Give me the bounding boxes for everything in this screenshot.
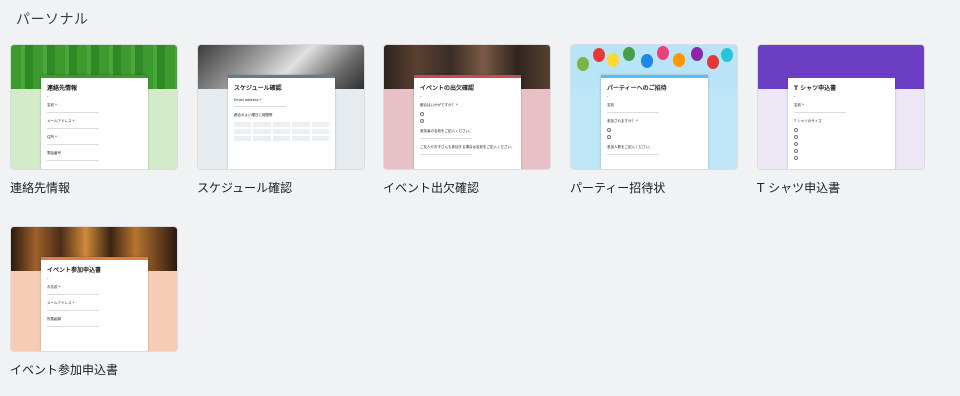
- template-label[interactable]: T シャツ申込書: [757, 179, 925, 196]
- form-preview-title: イベント参加申込書: [47, 267, 102, 274]
- form-preview-title: 連絡先情報: [47, 85, 78, 92]
- required-mark: *: [794, 95, 796, 99]
- form-preview-field: T シャツのサイズ: [794, 119, 889, 160]
- template-thumbnail[interactable]: T シャツ申込書 * 名前 * T シャツのサイズ: [757, 44, 925, 170]
- template-label[interactable]: イベント参加申込書: [10, 361, 178, 378]
- template-label[interactable]: スケジュール確認: [197, 179, 365, 196]
- form-preview-title: T シャツ申込書: [794, 85, 837, 92]
- required-mark: *: [420, 95, 422, 99]
- required-mark: *: [607, 95, 609, 99]
- radio-options-preview: [420, 112, 515, 123]
- template-thumbnail[interactable]: 連絡先情報 * 名前 * メールアドレス * 住所 * 電話番号: [10, 44, 178, 170]
- template-label[interactable]: パーティー招待状: [570, 179, 738, 196]
- template-card-schedule[interactable]: スケジュール確認 Email address * 都合のよい曜日と時間帯 スケジ…: [197, 44, 365, 196]
- form-preview-field: お名前 *: [47, 285, 142, 295]
- template-card-party-invite[interactable]: パーティーへのご招待 * 名前 参加されますか？ * 参加人数をご記入ください。…: [570, 44, 738, 196]
- template-card-contact-info[interactable]: 連絡先情報 * 名前 * メールアドレス * 住所 * 電話番号 連絡先情報: [10, 44, 178, 196]
- form-preview: スケジュール確認 Email address * 都合のよい曜日と時間帯: [228, 75, 335, 169]
- form-preview-field: 名前 *: [794, 103, 889, 113]
- section-title: パーソナル: [16, 12, 89, 28]
- required-mark: *: [47, 277, 49, 281]
- form-preview-field: メールアドレス *: [47, 301, 142, 311]
- form-preview-field: 名前 *: [47, 103, 142, 113]
- form-preview: パーティーへのご招待 * 名前 参加されますか？ * 参加人数をご記入ください。: [601, 75, 708, 169]
- form-preview-field: メールアドレス *: [47, 119, 142, 129]
- radio-options-preview: [794, 128, 889, 160]
- form-preview-field: 参加人数をご記入ください。: [607, 145, 702, 155]
- form-preview-field: 参加者の名前をご記入ください。: [420, 129, 515, 139]
- form-preview-field: 参加されますか？ *: [607, 119, 702, 139]
- template-thumbnail[interactable]: イベントの出欠確認 * 都合はいかがですか？ * 参加者の名前をご記入ください。…: [383, 44, 551, 170]
- form-preview-field: 住所 *: [47, 135, 142, 145]
- form-preview-field: 都合はいかがですか？ *: [420, 103, 515, 123]
- form-preview-field: Email address *: [234, 98, 329, 107]
- radio-options-preview: [607, 128, 702, 139]
- template-thumbnail[interactable]: スケジュール確認 Email address * 都合のよい曜日と時間帯: [197, 44, 365, 170]
- form-preview-field: 所属組織: [47, 317, 142, 327]
- template-thumbnail[interactable]: イベント参加申込書 * お名前 * メールアドレス * 所属組織: [10, 226, 178, 352]
- template-thumbnail[interactable]: パーティーへのご招待 * 名前 参加されますか？ * 参加人数をご記入ください。: [570, 44, 738, 170]
- form-preview-field: 都合のよい曜日と時間帯: [234, 113, 329, 141]
- form-preview-field: 名前: [607, 103, 702, 113]
- required-mark: *: [47, 95, 49, 99]
- form-preview: イベント参加申込書 * お名前 * メールアドレス * 所属組織: [41, 257, 148, 351]
- template-label[interactable]: 連絡先情報: [10, 179, 178, 196]
- template-card-event-rsvp[interactable]: イベントの出欠確認 * 都合はいかがですか？ * 参加者の名前をご記入ください。…: [383, 44, 551, 196]
- form-preview-field: ご友人やお子さんも参加する場合は名前をご記入ください。: [420, 145, 515, 155]
- form-preview: T シャツ申込書 * 名前 * T シャツのサイズ: [788, 75, 895, 169]
- template-label[interactable]: イベント出欠確認: [383, 179, 551, 196]
- template-card-event-registration[interactable]: イベント参加申込書 * お名前 * メールアドレス * 所属組織 イベント参加申…: [10, 226, 178, 378]
- grid-preview: [234, 122, 329, 141]
- form-preview: イベントの出欠確認 * 都合はいかがですか？ * 参加者の名前をご記入ください。…: [414, 75, 521, 169]
- form-preview-title: イベントの出欠確認: [420, 85, 475, 92]
- form-preview-title: パーティーへのご招待: [607, 85, 667, 92]
- template-card-tshirt-order[interactable]: T シャツ申込書 * 名前 * T シャツのサイズ T シャツ申込書: [757, 44, 925, 196]
- form-preview: 連絡先情報 * 名前 * メールアドレス * 住所 * 電話番号: [41, 75, 148, 169]
- form-preview-field: 電話番号: [47, 151, 142, 161]
- form-preview-title: スケジュール確認: [234, 85, 282, 92]
